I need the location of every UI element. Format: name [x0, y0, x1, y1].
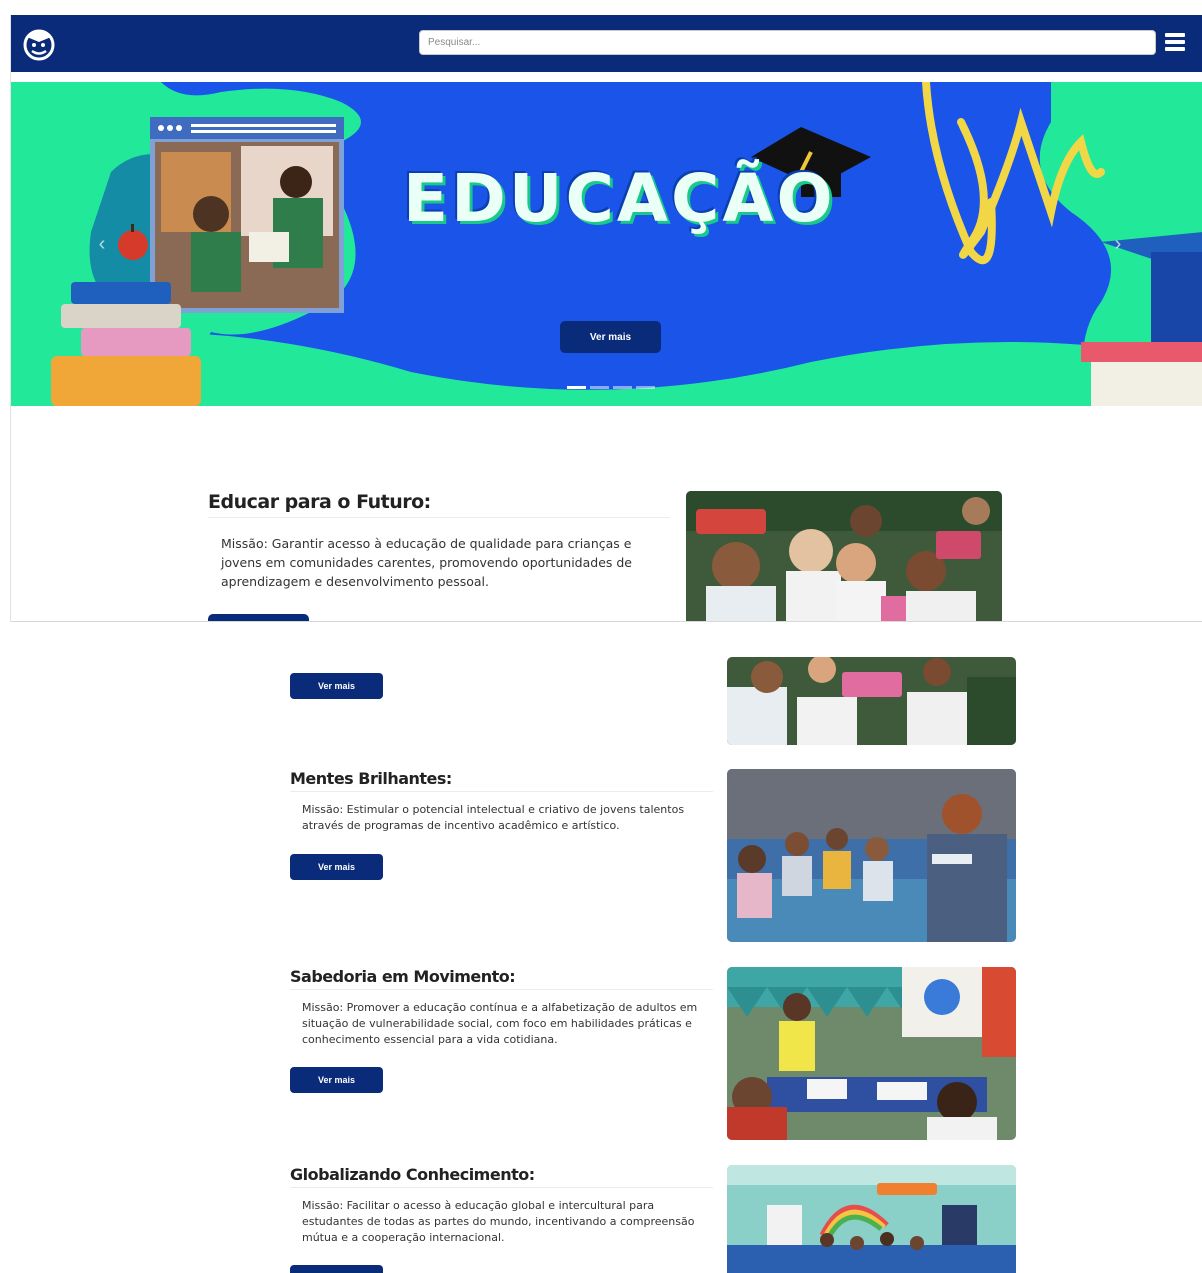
- navbar: [11, 15, 1202, 72]
- carousel-indicator[interactable]: [636, 386, 655, 389]
- card-ver-mais-button[interactable]: Ver mais: [290, 854, 383, 880]
- section-educar-futuro: Educar para o Futuro: Missão: Garantir a…: [208, 491, 670, 621]
- hamburger-menu-icon[interactable]: [1165, 30, 1189, 54]
- hero-carousel: EDUCAÇÃO ‹ › Ver mais: [11, 82, 1202, 406]
- section-title: Educar para o Futuro:: [208, 491, 670, 518]
- hero-title: EDUCAÇÃO: [403, 160, 836, 237]
- top-ver-mais-button[interactable]: Ver mais: [290, 673, 383, 699]
- smiling-face-graduate-icon[interactable]: [21, 25, 57, 61]
- card-ver-mais-button[interactable]: Ver mais: [290, 1067, 383, 1093]
- lower-content: Ver mais Mentes Brilhantes: Missão: Esti…: [0, 622, 1202, 1273]
- carousel-indicator[interactable]: [590, 386, 609, 389]
- carousel-prev-icon[interactable]: ‹: [93, 232, 111, 256]
- classroom-photo: [727, 967, 1016, 1140]
- carousel-indicator[interactable]: [567, 386, 586, 389]
- card-title: Mentes Brilhantes:: [290, 769, 713, 792]
- school-mural-photo: [727, 1165, 1016, 1273]
- section-ver-mais-button[interactable]: [208, 614, 309, 621]
- carousel-indicators: [567, 386, 655, 389]
- carousel-indicator[interactable]: [613, 386, 632, 389]
- top-viewport: EDUCAÇÃO ‹ › Ver mais Educar para o Futu…: [10, 15, 1202, 622]
- section-text: Missão: Garantir acesso à educação de qu…: [221, 536, 632, 589]
- card-title: Sabedoria em Movimento:: [290, 967, 713, 990]
- card-text: Missão: Estimular o potencial intelectua…: [302, 803, 685, 832]
- card-text: Missão: Facilitar o acesso à educação gl…: [302, 1199, 695, 1244]
- hero-ver-mais-button[interactable]: Ver mais: [560, 321, 661, 353]
- card-title: Globalizando Conhecimento:: [290, 1165, 713, 1188]
- hero-illustration: [11, 82, 1202, 406]
- children-seated-photo: [727, 769, 1016, 942]
- children-gifts-photo: [686, 491, 1002, 621]
- carousel-next-icon[interactable]: ›: [1109, 232, 1127, 256]
- children-gifts-photo-lower: [727, 657, 1016, 745]
- card-text: Missão: Promover a educação contínua e a…: [302, 1001, 698, 1046]
- card-ver-mais-button[interactable]: [290, 1265, 383, 1273]
- search-input[interactable]: [419, 30, 1156, 55]
